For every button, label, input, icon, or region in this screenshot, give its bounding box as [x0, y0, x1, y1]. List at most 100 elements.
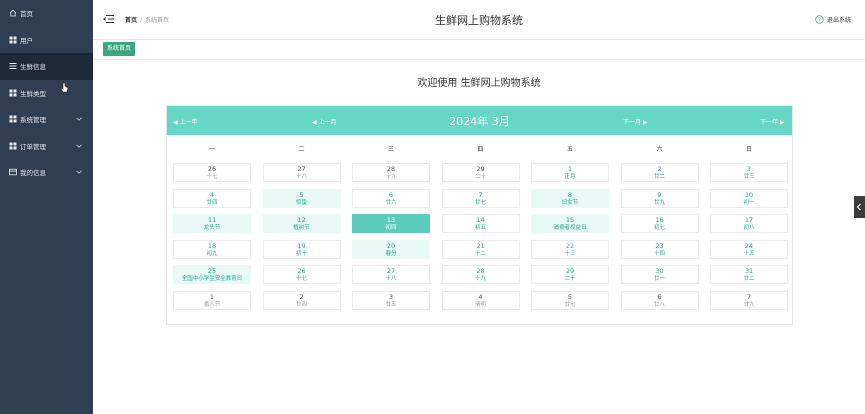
- chevron-left-icon: [856, 203, 861, 211]
- calendar-day[interactable]: 28 十九: [441, 265, 520, 284]
- lunar-date: 廿八: [653, 301, 665, 308]
- calendar-day[interactable]: 30 廿一: [620, 265, 699, 284]
- calendar-day[interactable]: 28 十九: [352, 163, 430, 182]
- logout-button[interactable]: ? 退出系统: [815, 15, 851, 24]
- day-number: 30: [655, 267, 664, 275]
- calendar-day[interactable]: 5 廿七: [531, 290, 609, 310]
- calendar-day[interactable]: 9 廿九: [620, 188, 699, 208]
- calendar-day[interactable]: 3 廿三: [710, 163, 788, 182]
- calendar-day[interactable]: 20 春分: [352, 239, 430, 259]
- day-number: 24: [744, 241, 754, 250]
- weekday-header: 五: [566, 146, 573, 153]
- welcome-heading: 欢迎使用 生鲜网上购物系统: [417, 78, 541, 89]
- svg-text:?: ?: [818, 18, 821, 24]
- calendar-day[interactable]: 15 消费者权益日: [531, 214, 609, 233]
- lunar-date: 初一: [743, 199, 755, 206]
- day-number: 12: [297, 216, 306, 224]
- lunar-date: 廿四: [295, 301, 307, 308]
- day-number: 23: [655, 241, 664, 250]
- sidebar-item-label: 用户: [20, 36, 33, 45]
- weekday-header: 四: [477, 146, 484, 153]
- home-icon: [8, 9, 17, 18]
- calendar-day[interactable]: 10 初一: [710, 188, 788, 208]
- day-number: 26: [297, 267, 306, 275]
- next-month-button[interactable]: 下一月 ▶: [623, 117, 648, 126]
- calendar-day[interactable]: 18 初九: [173, 239, 251, 259]
- calendar-day[interactable]: 6 廿六: [352, 188, 430, 208]
- calendar-day[interactable]: 26 十七: [262, 265, 341, 284]
- calendar-day[interactable]: 1 正月: [531, 163, 609, 182]
- day-number: 22: [565, 241, 575, 250]
- sidebar-item-5[interactable]: 订单管理: [0, 133, 93, 160]
- lunar-date: 初四: [385, 225, 397, 231]
- calendar-day[interactable]: 13 初四: [352, 214, 430, 233]
- lunar-date: 廿一: [653, 276, 665, 282]
- lunar-date: 初九: [206, 250, 218, 257]
- day-number: 26: [207, 165, 217, 173]
- sidebar-item-4[interactable]: 系统管理: [0, 106, 93, 133]
- sidebar-item-0[interactable]: 首页: [0, 0, 93, 27]
- lunar-date: 廿六: [385, 199, 397, 206]
- calendar-day[interactable]: 1 愚人节: [173, 290, 251, 310]
- lunar-date: 廿二: [743, 276, 755, 282]
- calendar-day[interactable]: 12 植树节: [262, 214, 341, 233]
- lunar-date: 廿九: [653, 199, 665, 206]
- day-number: 28: [476, 267, 485, 275]
- calendar-day[interactable]: 29 二十: [531, 265, 609, 284]
- sidebar-item-1[interactable]: 用户: [0, 27, 93, 54]
- calendar-day[interactable]: 22 十三: [531, 239, 609, 259]
- tab-bar: 系统首页: [93, 40, 865, 60]
- calendar-day[interactable]: 16 初七: [620, 214, 699, 233]
- lunar-date: 十八: [295, 174, 307, 180]
- day-number: 29: [476, 165, 485, 173]
- calendar-day[interactable]: 7 廿九: [710, 290, 788, 310]
- calendar-day[interactable]: 5 惊蛰: [262, 188, 341, 208]
- calendar-day[interactable]: 2 廿四: [262, 290, 341, 310]
- day-number: 10: [744, 190, 754, 199]
- calendar-day[interactable]: 8 妇女节: [531, 188, 609, 208]
- calendar-day[interactable]: 29 二十: [441, 163, 520, 182]
- day-number: 7: [478, 190, 483, 199]
- calendar-day[interactable]: 19 初十: [262, 239, 341, 259]
- sidebar-item-3[interactable]: 生鲜类型: [0, 80, 93, 107]
- calendar-day[interactable]: 25 全国中小学生安全教育日: [173, 265, 251, 284]
- lunar-date: 廿七: [474, 199, 486, 206]
- tab-system-home[interactable]: 系统首页: [103, 42, 136, 56]
- calendar-title: 2024年 3月: [449, 115, 510, 128]
- calendar-day[interactable]: 11 龙头节: [173, 214, 251, 233]
- side-panel-toggle[interactable]: [854, 196, 865, 218]
- calendar-day[interactable]: 6 廿八: [620, 290, 699, 310]
- sidebar-item-6[interactable]: 我的信息: [0, 159, 93, 186]
- grid-icon: [8, 141, 17, 150]
- calendar: ◀ 上一年 ◀ 上一月 2024年 3月 下一月 ▶ 下一年 ▶ 一 二 三 四 五 六 日…: [166, 105, 793, 325]
- day-number: 17: [744, 216, 754, 224]
- lunar-date: 廿九: [743, 301, 755, 308]
- calendar-day[interactable]: 21 十二: [441, 239, 520, 259]
- day-number: 18: [207, 241, 217, 250]
- calendar-day[interactable]: 23 十四: [620, 239, 699, 259]
- calendar-day[interactable]: 17 初八: [710, 214, 788, 233]
- calendar-day[interactable]: 26 十七: [173, 163, 251, 182]
- calendar-day[interactable]: 27 十八: [352, 265, 430, 284]
- calendar-day[interactable]: 2 廿二: [620, 163, 699, 182]
- lunar-date: 二十: [474, 174, 486, 180]
- lunar-date: 十四: [653, 250, 665, 257]
- next-year-button[interactable]: 下一年 ▶: [760, 117, 785, 126]
- lunar-date: 龙头节: [203, 225, 221, 231]
- calendar-day[interactable]: 31 廿二: [710, 265, 788, 284]
- calendar-day[interactable]: 24 十五: [710, 239, 788, 259]
- calendar-day[interactable]: 27 十八: [262, 163, 341, 182]
- calendar-day[interactable]: 4 清明: [441, 290, 520, 310]
- app-title: 生鲜网上购物系统: [435, 14, 523, 27]
- calendar-day[interactable]: 14 初五: [441, 214, 520, 233]
- sidebar: 首页用户生鲜信息 生鲜类型 系统管理订单管理我的信息: [0, 0, 93, 414]
- lunar-date: 十七: [206, 174, 218, 180]
- lunar-date: 消费者权益日: [553, 225, 587, 231]
- sidebar-item-label: 订单管理: [20, 142, 46, 151]
- calendar-day[interactable]: 3 廿五: [352, 290, 430, 310]
- calendar-day[interactable]: 7 廿七: [441, 188, 520, 208]
- day-number: 25: [207, 267, 217, 275]
- calendar-day[interactable]: 4 廿四: [173, 188, 251, 208]
- sidebar-item-2[interactable]: 生鲜信息: [0, 53, 93, 80]
- day-number: 27: [297, 165, 306, 173]
